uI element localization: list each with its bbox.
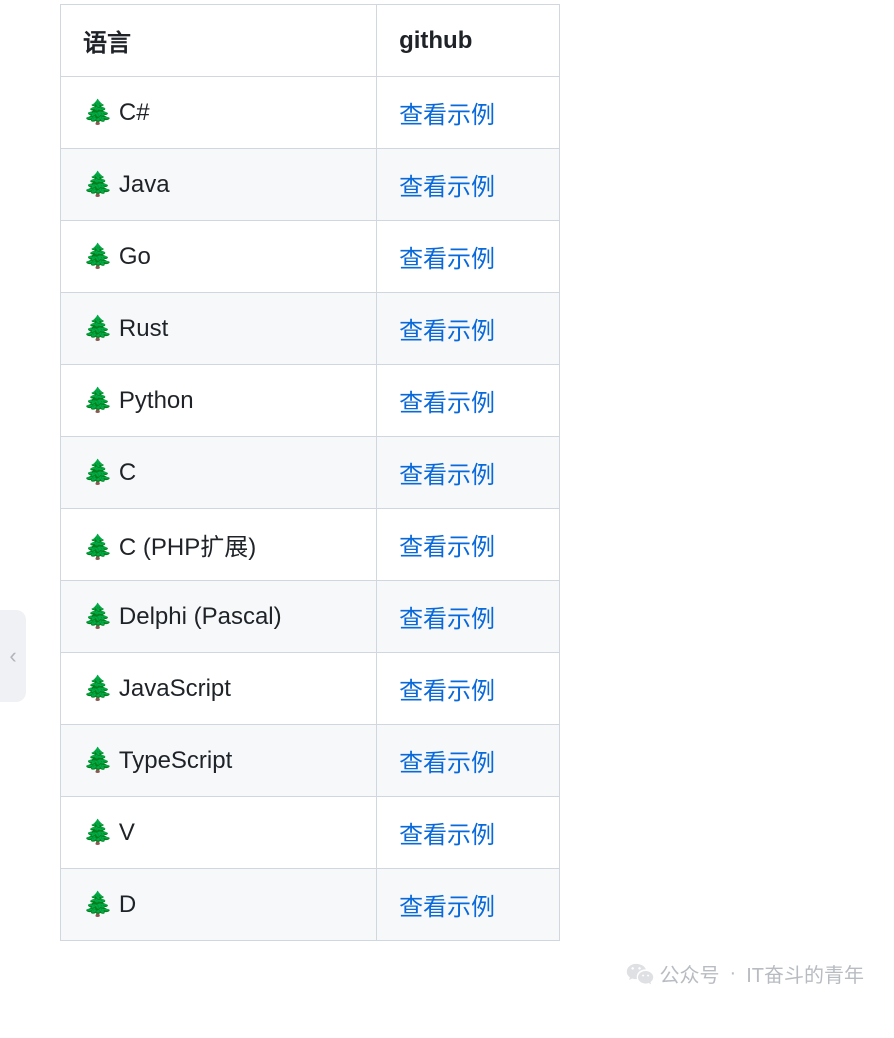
watermark-name: IT奋斗的青年: [746, 959, 864, 988]
language-cell: 🌲Delphi (Pascal): [61, 581, 377, 653]
table-header-github: github: [377, 5, 560, 77]
language-name: C (PHP扩展): [119, 534, 256, 561]
table-row: 🌲Python 查看示例: [61, 365, 560, 437]
watermark-label: 公众号: [660, 959, 720, 988]
tree-icon: 🌲: [83, 99, 113, 126]
view-example-link[interactable]: 查看示例: [399, 606, 495, 633]
tree-icon: 🌲: [83, 891, 113, 918]
table-header-language: 语言: [61, 5, 377, 77]
view-example-link[interactable]: 查看示例: [399, 390, 495, 417]
view-example-link[interactable]: 查看示例: [399, 822, 495, 849]
language-cell: 🌲TypeScript: [61, 725, 377, 797]
table-row: 🌲TypeScript 查看示例: [61, 725, 560, 797]
tree-icon: 🌲: [83, 459, 113, 486]
view-example-link[interactable]: 查看示例: [399, 318, 495, 345]
github-cell: 查看示例: [377, 653, 560, 725]
language-name: V: [119, 819, 135, 846]
language-cell: 🌲C#: [61, 77, 377, 149]
language-table-container: 语言 github 🌲C#查看示例🌲Java查看示例🌲Go查看示例🌲Rust查看…: [0, 0, 894, 941]
language-table: 语言 github 🌲C#查看示例🌲Java查看示例🌲Go查看示例🌲Rust查看…: [60, 4, 560, 941]
language-cell: 🌲Python: [61, 365, 377, 437]
table-row: 🌲Java 查看示例: [61, 149, 560, 221]
tree-icon: 🌲: [83, 603, 113, 630]
github-cell: 查看示例: [377, 509, 560, 581]
github-cell: 查看示例: [377, 293, 560, 365]
table-row: 🌲V 查看示例: [61, 797, 560, 869]
view-example-link[interactable]: 查看示例: [399, 534, 495, 561]
table-row: 🌲C (PHP扩展) 查看示例: [61, 509, 560, 581]
tree-icon: 🌲: [83, 819, 113, 846]
tree-icon: 🌲: [83, 534, 113, 561]
table-row: 🌲C 查看示例: [61, 437, 560, 509]
table-row: 🌲C# 查看示例: [61, 77, 560, 149]
tree-icon: 🌲: [83, 675, 113, 702]
language-cell: 🌲Go: [61, 221, 377, 293]
tree-icon: 🌲: [83, 747, 113, 774]
language-cell: 🌲Rust: [61, 293, 377, 365]
github-cell: 查看示例: [377, 437, 560, 509]
table-row: 🌲Delphi (Pascal) 查看示例: [61, 581, 560, 653]
watermark-separator: ·: [730, 962, 737, 985]
wechat-icon: [626, 962, 654, 986]
github-cell: 查看示例: [377, 221, 560, 293]
chevron-left-icon: ‹: [9, 643, 16, 669]
table-row: 🌲D 查看示例: [61, 869, 560, 941]
table-row: 🌲Rust 查看示例: [61, 293, 560, 365]
collapse-tab[interactable]: ‹: [0, 610, 26, 702]
github-cell: 查看示例: [377, 365, 560, 437]
language-name: C#: [119, 99, 150, 126]
github-cell: 查看示例: [377, 797, 560, 869]
table-row: 🌲JavaScript 查看示例: [61, 653, 560, 725]
table-row: 🌲Go 查看示例: [61, 221, 560, 293]
tree-icon: 🌲: [83, 315, 113, 342]
watermark: 公众号 · IT奋斗的青年: [626, 959, 864, 988]
tree-icon: 🌲: [83, 171, 113, 198]
language-cell: 🌲JavaScript: [61, 653, 377, 725]
view-example-link[interactable]: 查看示例: [399, 894, 495, 921]
language-name: Delphi (Pascal): [119, 603, 282, 630]
language-cell: 🌲C (PHP扩展): [61, 509, 377, 581]
github-cell: 查看示例: [377, 149, 560, 221]
view-example-link[interactable]: 查看示例: [399, 678, 495, 705]
language-name: TypeScript: [119, 747, 232, 774]
github-cell: 查看示例: [377, 725, 560, 797]
language-name: JavaScript: [119, 675, 231, 702]
tree-icon: 🌲: [83, 243, 113, 270]
language-cell: 🌲V: [61, 797, 377, 869]
github-cell: 查看示例: [377, 77, 560, 149]
github-cell: 查看示例: [377, 581, 560, 653]
view-example-link[interactable]: 查看示例: [399, 246, 495, 273]
language-name: Go: [119, 243, 151, 270]
language-name: Rust: [119, 315, 168, 342]
view-example-link[interactable]: 查看示例: [399, 750, 495, 777]
language-name: D: [119, 891, 136, 918]
language-cell: 🌲Java: [61, 149, 377, 221]
view-example-link[interactable]: 查看示例: [399, 102, 495, 129]
language-cell: 🌲C: [61, 437, 377, 509]
language-name: Python: [119, 387, 194, 414]
github-cell: 查看示例: [377, 869, 560, 941]
view-example-link[interactable]: 查看示例: [399, 462, 495, 489]
tree-icon: 🌲: [83, 387, 113, 414]
language-cell: 🌲D: [61, 869, 377, 941]
language-name: Java: [119, 171, 170, 198]
language-name: C: [119, 459, 136, 486]
view-example-link[interactable]: 查看示例: [399, 174, 495, 201]
